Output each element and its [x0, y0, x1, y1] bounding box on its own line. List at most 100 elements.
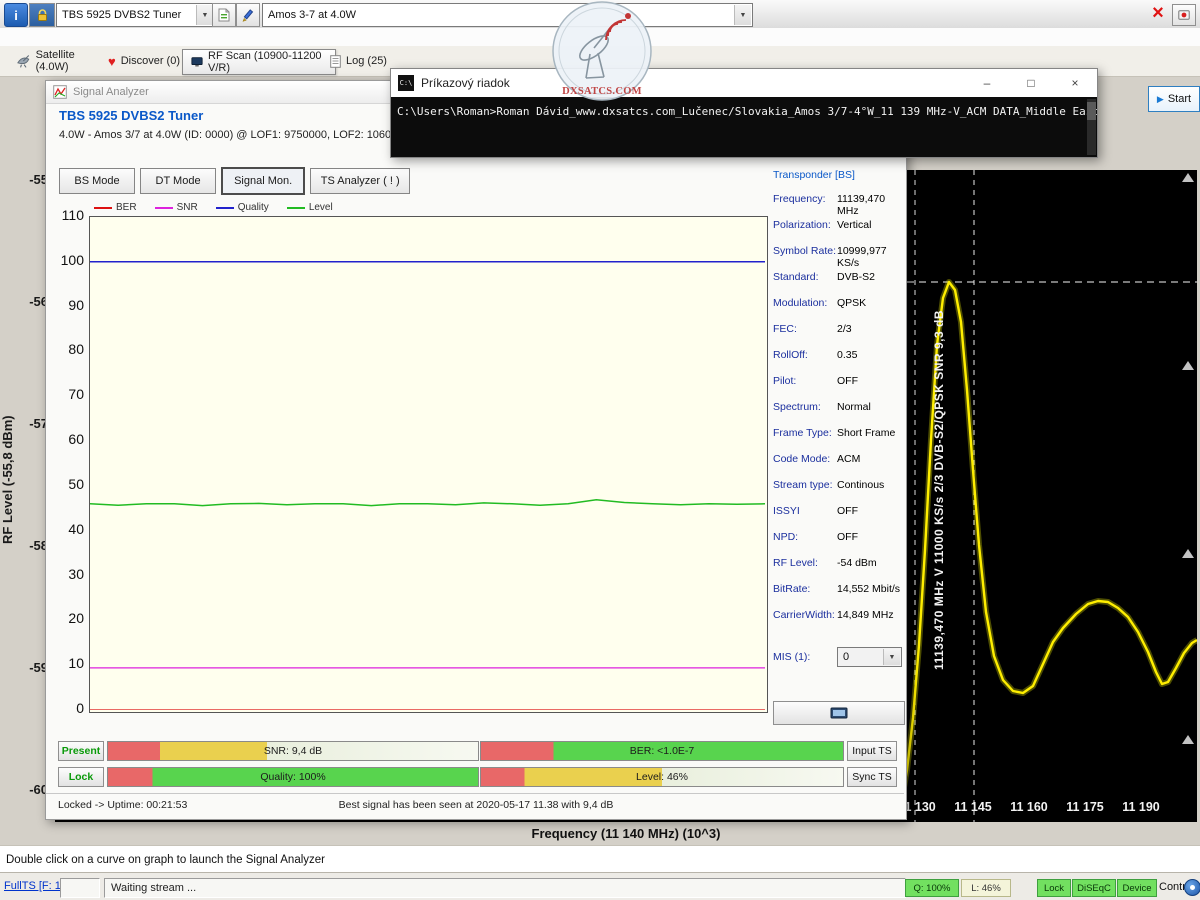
- fullts-link[interactable]: FullTS [F: 1]: [4, 880, 64, 892]
- analyzer-tabs: BS Mode DT Mode Signal Mon. TS Analyzer …: [59, 167, 412, 195]
- cmd-terminal[interactable]: C:\Users\Roman>Roman Dávid_www.dxsatcs.c…: [391, 97, 1097, 157]
- marker-arrow-icon: [1182, 549, 1194, 558]
- tab-satellite[interactable]: Satellite (4.0W): [8, 49, 112, 73]
- field-label: Standard:: [773, 271, 837, 283]
- statusbar-empty-cell: [60, 878, 100, 898]
- minimize-button[interactable]: –: [965, 70, 1009, 97]
- snapshot-icon: [830, 707, 848, 720]
- app-icon: i: [4, 3, 28, 27]
- x-tick: 11 190: [1122, 800, 1160, 814]
- cmd-scrollbar-thumb[interactable]: [1087, 102, 1096, 120]
- x-tick: 11 175: [1066, 800, 1104, 814]
- start-button[interactable]: ▶ Start: [1148, 86, 1200, 112]
- field-label: Spectrum:: [773, 401, 837, 413]
- monitor-line-level[interactable]: [90, 500, 765, 506]
- tab-signal-mon[interactable]: Signal Mon.: [221, 167, 305, 195]
- field-value: Continous: [837, 479, 903, 491]
- field-value: 14,552 Mbit/s: [837, 583, 903, 595]
- legend-label: SNR: [177, 202, 198, 213]
- transponder-row: Spectrum:Normal: [773, 401, 903, 427]
- field-value: DVB-S2: [837, 271, 903, 283]
- legend-item: Quality: [216, 202, 269, 213]
- cmd-titlebar[interactable]: C:\ Príkazový riadok – □ ×: [391, 69, 1097, 97]
- lock-status-button[interactable]: Lock: [1037, 879, 1071, 897]
- analyzer-statusbar: Locked -> Uptime: 00:21:53 Best signal h…: [46, 793, 904, 819]
- legend-swatch-ber: [94, 207, 112, 209]
- transponder-row: FEC:2/3: [773, 323, 903, 349]
- field-label: BitRate:: [773, 583, 837, 595]
- close-button[interactable]: ×: [1053, 70, 1097, 97]
- satellite-dish-icon: [16, 54, 31, 68]
- maximize-button[interactable]: □: [1009, 70, 1053, 97]
- chevron-down-icon[interactable]: ▼: [883, 649, 900, 665]
- mis-label: MIS (1):: [773, 651, 831, 663]
- chevron-down-icon[interactable]: ▼: [734, 5, 751, 25]
- transponder-title: Transponder [BS]: [773, 169, 855, 181]
- field-value: 11139,470 MHz: [837, 193, 903, 217]
- signal-analyzer-icon: [53, 85, 67, 99]
- tuner-select[interactable]: TBS 5925 DVBS2 Tuner ▼: [56, 3, 215, 27]
- edit-transponder-button[interactable]: [212, 3, 236, 27]
- tab-ts-analyzer[interactable]: TS Analyzer ( ! ): [310, 168, 410, 194]
- chevron-down-icon[interactable]: ▼: [196, 5, 213, 25]
- tuner-select-value: TBS 5925 DVBS2 Tuner: [62, 9, 181, 21]
- y-tick: -56: [16, 294, 48, 309]
- monitor-chart[interactable]: [89, 216, 768, 713]
- transponder-row: RollOff:0.35: [773, 349, 903, 375]
- sync-ts-button[interactable]: Sync TS: [847, 767, 897, 787]
- spectrum-y-axis-title: RF Level (-55,8 dBm): [0, 330, 16, 630]
- mis-select[interactable]: 0 ▼: [837, 647, 902, 667]
- stream-status: Waiting stream ...: [104, 878, 906, 898]
- edit-satellite-button[interactable]: [236, 3, 260, 27]
- field-value: -54 dBm: [837, 557, 903, 569]
- transponder-row: BitRate:14,552 Mbit/s: [773, 583, 903, 609]
- transponder-row: Frequency:11139,470 MHz: [773, 193, 903, 219]
- monitor-y-tick: 80: [54, 341, 84, 357]
- field-label: Code Mode:: [773, 453, 837, 465]
- field-label: Modulation:: [773, 297, 837, 309]
- field-label: CarrierWidth:: [773, 609, 837, 621]
- snapshot-button[interactable]: [773, 701, 905, 725]
- diseqc-button[interactable]: DiSEqC: [1072, 879, 1116, 897]
- legend-item: Level: [287, 202, 333, 213]
- field-value: 10999,977 KS/s: [837, 245, 903, 269]
- monitor-grid: [90, 217, 765, 710]
- monitor-y-tick: 20: [54, 610, 84, 626]
- toolbar-spacer: [0, 28, 1200, 47]
- marker-arrow-icon: [1182, 361, 1194, 370]
- close-app-button[interactable]: ×: [1146, 1, 1170, 26]
- input-ts-button[interactable]: Input TS: [847, 741, 897, 761]
- tab-bs-mode[interactable]: BS Mode: [59, 168, 135, 194]
- transponder-row: NPD:OFF: [773, 531, 903, 557]
- monitor-legend: BER SNR Quality Level: [94, 202, 333, 213]
- monitor-y-tick: 90: [54, 297, 84, 313]
- statusbar: FullTS [F: 1] Waiting stream ... Q: 100%…: [0, 872, 1200, 900]
- y-tick: -57: [16, 416, 48, 431]
- transponder-row: Polarization:Vertical: [773, 219, 903, 245]
- marker-arrow-icon: [1182, 735, 1194, 744]
- legend-swatch-level: [287, 207, 305, 209]
- log-icon: [330, 55, 341, 68]
- transponder-row: Standard:DVB-S2: [773, 271, 903, 297]
- play-icon: ▶: [1157, 94, 1164, 105]
- close-icon: ×: [1152, 2, 1164, 25]
- device-button[interactable]: Device: [1117, 879, 1157, 897]
- field-value: Normal: [837, 401, 903, 413]
- cmd-title: Príkazový riadok: [421, 76, 965, 90]
- transponder-row: RF Level:-54 dBm: [773, 557, 903, 583]
- field-value: OFF: [837, 531, 903, 543]
- carrier-marker-label: 11139,470 MHz V 11000 KS/s 2/3 DVB-S2/QP…: [932, 310, 946, 670]
- control-icon[interactable]: [1184, 879, 1200, 896]
- control-icon-dot: [1190, 885, 1195, 890]
- tab-rf-scan[interactable]: RF Scan (10900-11200 V/R): [182, 49, 336, 75]
- power-button[interactable]: [1172, 4, 1196, 26]
- monitor-y-tick: 50: [54, 476, 84, 492]
- tab-dt-mode[interactable]: DT Mode: [140, 168, 216, 194]
- lock-button[interactable]: [29, 3, 55, 27]
- signal-analyzer-title: Signal Analyzer: [73, 86, 149, 98]
- satellite-select[interactable]: Amos 3-7 at 4.0W ▼: [262, 3, 753, 27]
- field-label: RF Level:: [773, 557, 837, 569]
- cmd-scrollbar[interactable]: [1087, 99, 1096, 155]
- monitor-y-tick: 30: [54, 566, 84, 582]
- tab-log-label: Log (25): [346, 55, 387, 67]
